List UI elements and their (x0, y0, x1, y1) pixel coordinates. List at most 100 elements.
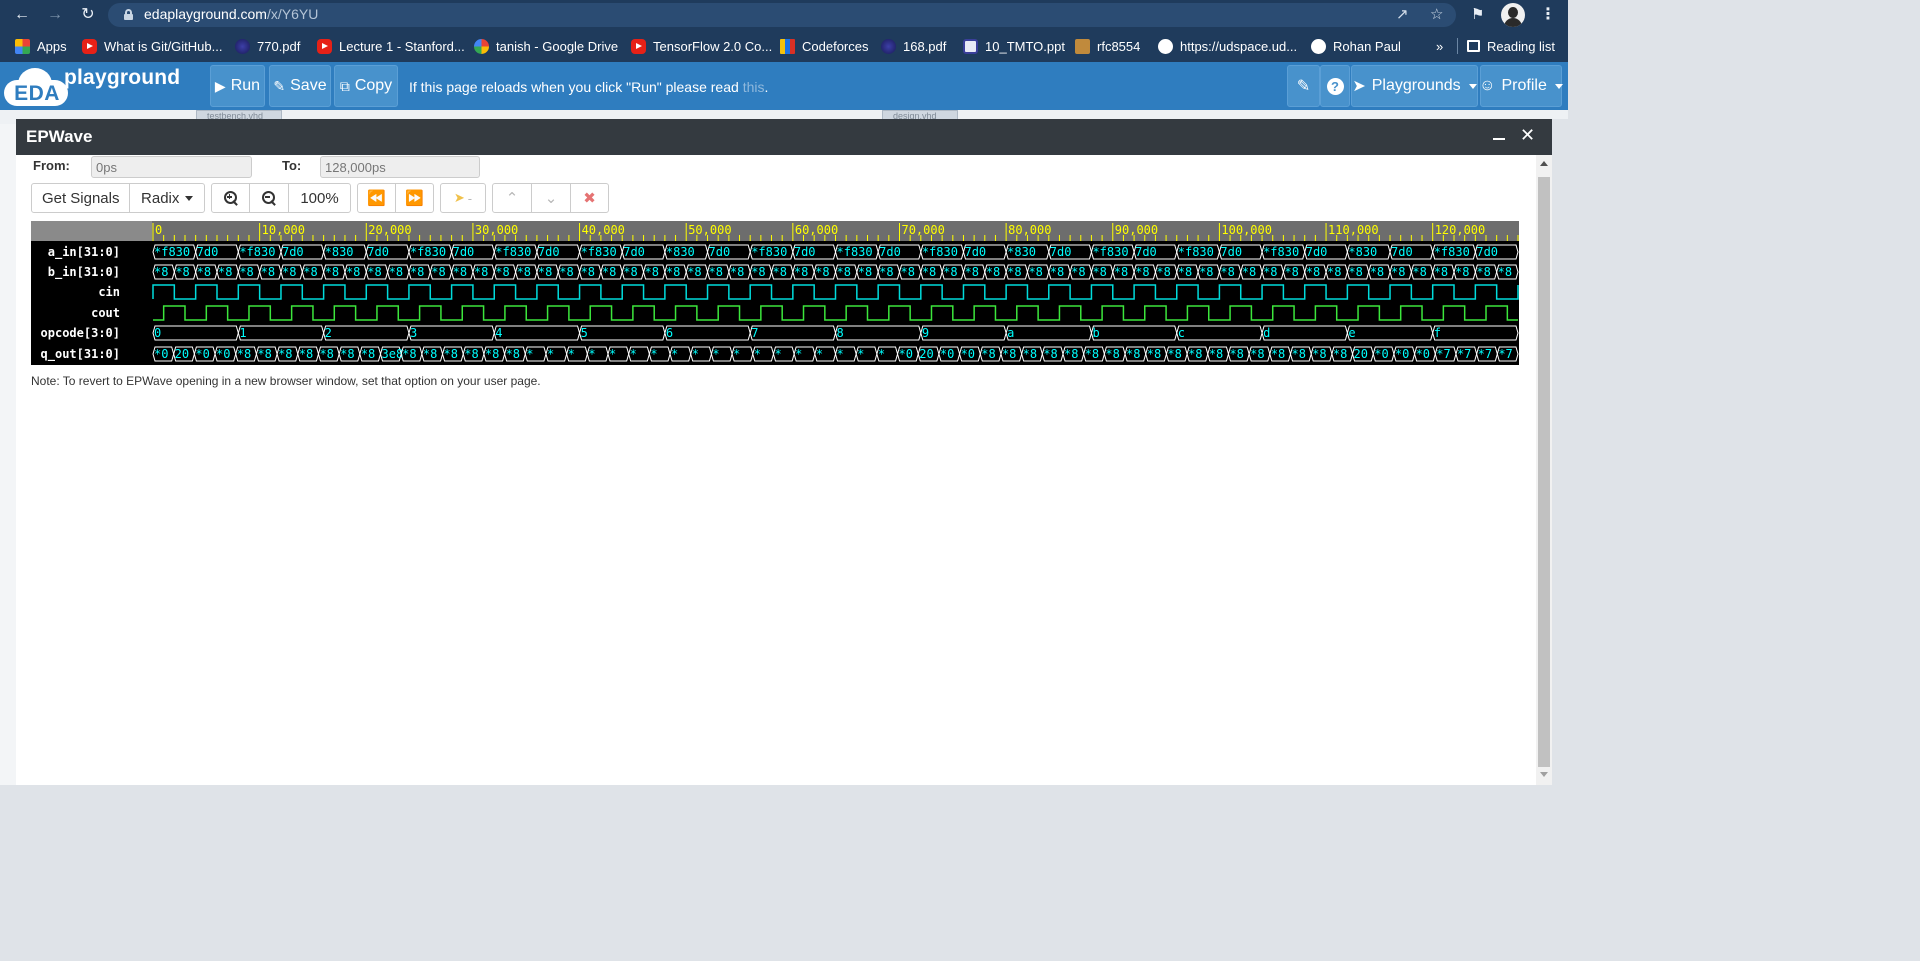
waveform-viewer[interactable]: 0 10,000 20,000 30,000 40,000 50,000 60,000 70,… (31, 221, 1519, 365)
timescale-label: 0 (155, 223, 162, 237)
bookmark-label: Rohan Paul (1333, 38, 1401, 54)
copy-button[interactable]: ⧉ Copy (334, 65, 398, 107)
close-icon[interactable]: ✕ (1520, 125, 1535, 146)
bookmark-168pdf[interactable]: 168.pdf (881, 37, 946, 55)
reading-list-button[interactable]: Reading list (1467, 37, 1555, 55)
codeforces-icon (780, 38, 795, 54)
bus-value: *0 (899, 347, 913, 361)
youtube-icon (631, 38, 646, 54)
radix-dropdown[interactable]: Radix (130, 184, 204, 212)
bus-value: *7 (1478, 347, 1492, 361)
bus-value: *8 (1333, 347, 1347, 361)
forward-arrow-icon[interactable]: → (45, 5, 65, 25)
bus-value: * (547, 347, 554, 361)
scroll-down-arrow-icon[interactable] (1540, 772, 1548, 777)
avatar[interactable] (1501, 3, 1525, 27)
bookmarks-overflow-button[interactable]: » (1436, 37, 1443, 55)
minimize-icon[interactable] (1493, 138, 1505, 140)
epwave-scrollbar[interactable] (1536, 155, 1552, 785)
bus-value: *8 (1085, 347, 1099, 361)
bus-value: *830 (666, 245, 695, 259)
move-up-button[interactable]: ⌃ (493, 184, 532, 212)
bookmark-label: 168.pdf (903, 38, 947, 54)
from-label: From: (33, 158, 70, 173)
scroll-up-arrow-icon[interactable] (1540, 161, 1548, 166)
caret-down-icon (1468, 83, 1477, 89)
bus-value: *8 (1114, 265, 1128, 279)
bookmark-star-icon[interactable]: ☆ (1430, 5, 1443, 23)
share-icon[interactable]: ↗ (1396, 5, 1409, 23)
fast-backward-icon: ⏪ (367, 190, 386, 207)
bus-value: *8 (1105, 347, 1119, 361)
help-icon: ? (1326, 77, 1344, 95)
page-edge (1552, 119, 1568, 785)
profile-dropdown[interactable]: ☺ Profile (1479, 65, 1563, 107)
bus-value: *f830 (239, 245, 275, 259)
logo-wordmark[interactable]: playground (64, 66, 180, 90)
extensions-puzzle-icon[interactable]: ⚑ (1471, 5, 1484, 23)
bus-value: *8 (453, 265, 467, 279)
overflow-chevron-icon: » (1436, 38, 1444, 54)
chevron-up-icon: ⌃ (505, 190, 519, 207)
marker-button[interactable]: ➤ - (441, 184, 485, 212)
bus-value: *8 (1476, 265, 1490, 279)
bus-value: a (1007, 326, 1014, 340)
bus-value: *7 (1436, 347, 1450, 361)
run-button[interactable]: ▶ Run (210, 65, 265, 107)
edit-profile-button[interactable]: ✎ (1287, 65, 1320, 107)
bus-value: *8 (1391, 265, 1405, 279)
bookmark-lecture1[interactable]: Lecture 1 - Stanford... (317, 37, 465, 55)
save-button[interactable]: ✎ Save (269, 65, 331, 107)
get-signals-button[interactable]: Get Signals (32, 184, 131, 212)
bookmark-770pdf[interactable]: 770.pdf (235, 37, 300, 55)
timescale-label: 60,000 (795, 223, 838, 237)
bus-value: *8 (517, 265, 531, 279)
bus-value: *8 (815, 265, 829, 279)
bus-value: 7d0 (1135, 245, 1157, 259)
scrollbar-thumb[interactable] (1538, 177, 1550, 767)
timescale-label: 20,000 (368, 223, 411, 237)
bookmark-label: Apps (37, 38, 67, 54)
menu-dots-icon[interactable]: ⋮ (1540, 4, 1556, 24)
eda-logo[interactable]: EDA (4, 68, 68, 106)
move-down-button[interactable]: ⌄ (532, 184, 571, 212)
zoom-full-button[interactable]: 100% (289, 184, 350, 212)
bookmark-tensorflow[interactable]: TensorFlow 2.0 Co... (631, 37, 772, 55)
bookmark-tmto[interactable]: 10_TMTO.ppt (963, 37, 1065, 55)
reload-notice-link[interactable]: this (743, 79, 765, 95)
lock-icon[interactable] (124, 9, 133, 20)
to-input[interactable] (320, 156, 480, 178)
bus-value: e (1348, 326, 1355, 340)
prev-edge-button[interactable]: ⏪ (358, 184, 396, 212)
bus-value: *8 (981, 347, 995, 361)
url-text: edaplayground.com/x/Y6YU (144, 6, 319, 22)
bus-value: * (630, 347, 637, 361)
bus-value: *8 (1370, 265, 1384, 279)
bus-value: *8 (239, 265, 253, 279)
zoom-out-button[interactable] (250, 184, 289, 212)
help-button[interactable]: ? (1320, 65, 1350, 107)
bookmark-codeforces[interactable]: Codeforces (780, 37, 868, 55)
bus-value: *8 (175, 265, 189, 279)
back-arrow-icon[interactable]: ← (12, 5, 32, 25)
bookmark-google-drive[interactable]: tanish - Google Drive (474, 37, 618, 55)
bus-value: *8 (506, 347, 520, 361)
remove-signal-button[interactable]: ✖ (571, 184, 608, 212)
bus-value: * (712, 347, 719, 361)
reload-notice-end: . (764, 79, 769, 95)
bookmark-apps[interactable]: Apps (15, 37, 67, 55)
bus-value: *8 (922, 265, 936, 279)
address-bar[interactable]: edaplayground.com/x/Y6YU ↗ ☆ (108, 3, 1456, 27)
bus-value: * (795, 347, 802, 361)
bookmark-rohan-paul[interactable]: Rohan Paul (1311, 37, 1401, 55)
zoom-in-button[interactable] (212, 184, 250, 212)
reload-icon[interactable]: ↻ (78, 5, 98, 25)
next-edge-button[interactable]: ⏩ (396, 184, 433, 212)
bookmark-udspace[interactable]: https://udspace.ud... (1158, 37, 1297, 55)
playgrounds-dropdown[interactable]: ➤ Playgrounds (1351, 65, 1478, 107)
bookmark-rfc8554[interactable]: rfc8554 (1075, 37, 1140, 55)
bookmark-git[interactable]: What is Git/GitHub... (82, 37, 222, 55)
from-input[interactable] (91, 156, 252, 178)
left-sidebar-peek (0, 124, 16, 785)
bus-value: *8 (346, 265, 360, 279)
